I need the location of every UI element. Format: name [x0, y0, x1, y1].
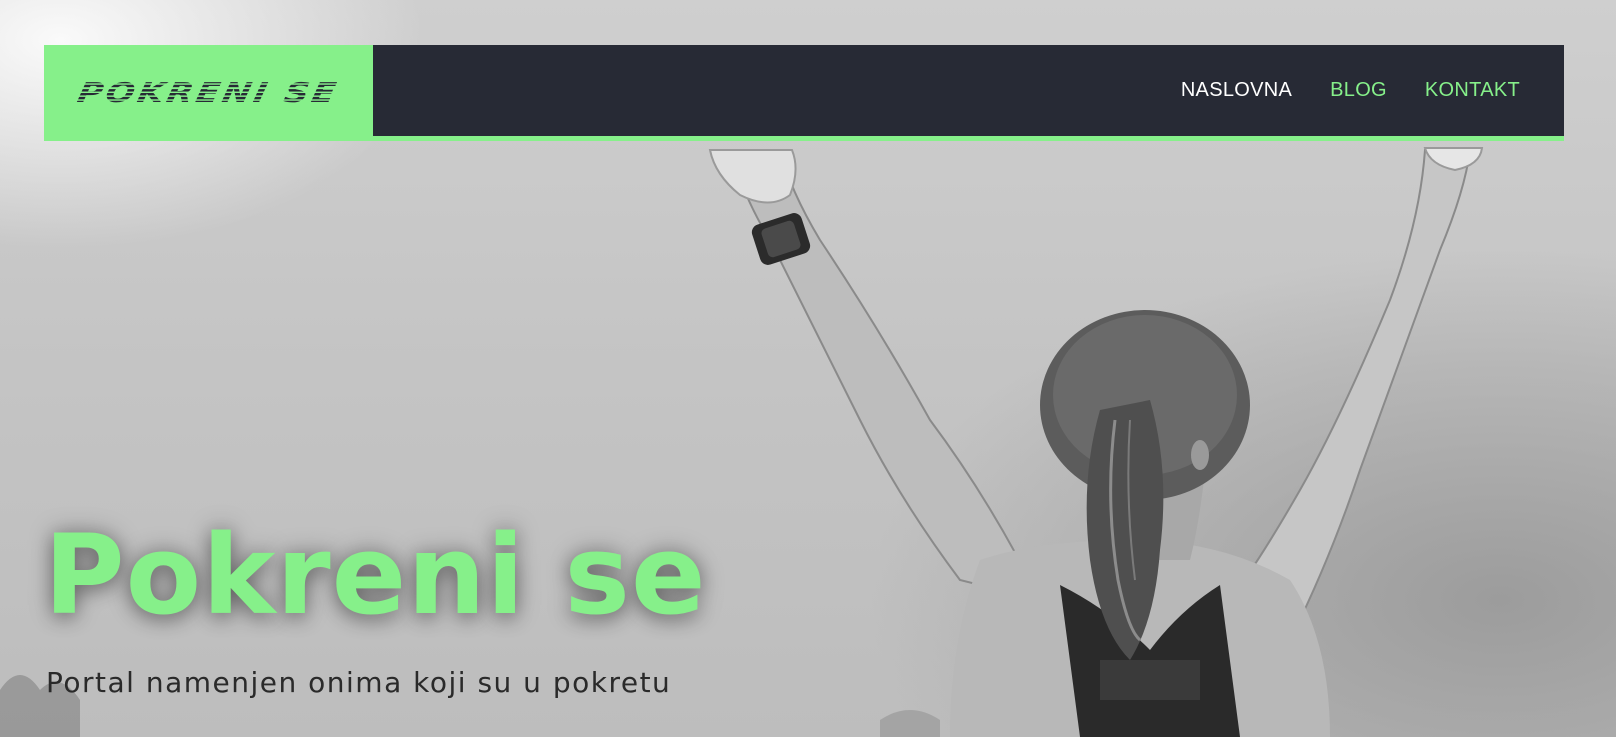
hero-subtitle: Portal namenjen onima koji su u pokretu	[46, 666, 672, 699]
nav-link-kontakt[interactable]: KONTAKT	[1425, 79, 1520, 102]
hero-title: Pokreni se	[44, 511, 707, 639]
nav-link-blog[interactable]: BLOG	[1330, 79, 1387, 102]
main-nav: NASLOVNA BLOG KONTAKT	[1181, 45, 1520, 136]
nav-link-naslovna[interactable]: NASLOVNA	[1181, 79, 1292, 102]
logo-text: POKRENI SE	[74, 77, 343, 109]
site-header: POKRENI SE NASLOVNA BLOG KONTAKT	[44, 45, 1564, 141]
logo[interactable]: POKRENI SE	[44, 45, 373, 141]
